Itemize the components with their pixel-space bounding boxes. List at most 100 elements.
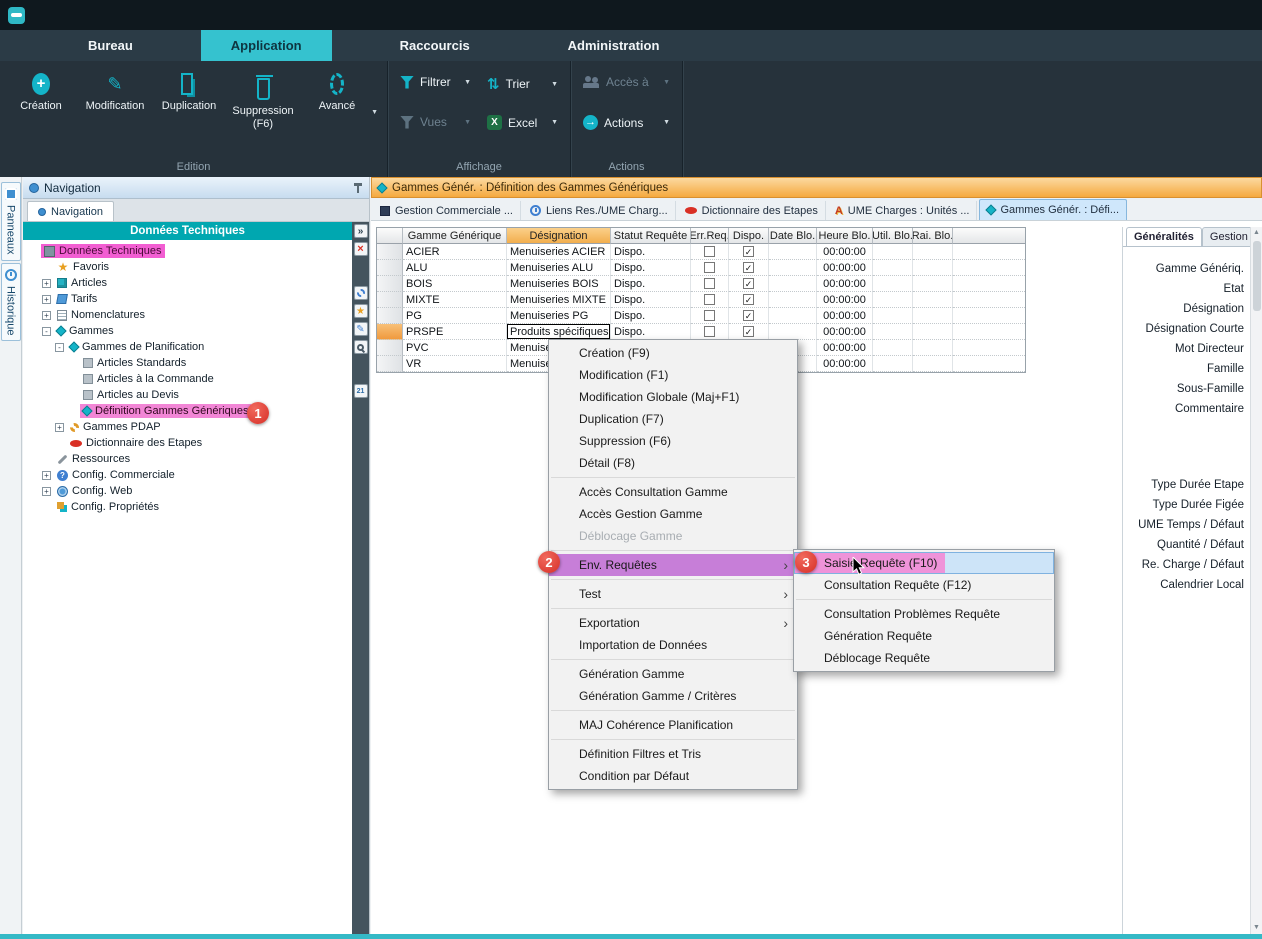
context-menu-item[interactable]: Modification Globale (Maj+F1) › — [549, 386, 797, 408]
checkbox-dispo[interactable]: ✓ — [743, 310, 754, 321]
table-row[interactable]: BOIS Menuiseries BOIS Dispo. ✓ 00:00:00 — [377, 276, 1025, 292]
scrollbar-thumb[interactable] — [1253, 241, 1261, 311]
context-menu-item[interactable]: Condition par Défaut › — [549, 765, 797, 787]
context-menu-item[interactable]: Test › — [549, 583, 797, 605]
navigation-tab[interactable]: Navigation — [27, 201, 114, 221]
ribbon-button[interactable]: Filtrer ▼ — [396, 73, 475, 91]
vertical-scrollbar[interactable]: ▲ ▼ — [1250, 227, 1262, 934]
tree-item[interactable]: - Gammes — [23, 323, 352, 339]
column-header[interactable]: Util. Blo. — [873, 228, 913, 244]
column-header[interactable]: Désignation — [507, 228, 611, 244]
context-menu-item[interactable]: Définition Filtres et Tris › — [549, 743, 797, 765]
toolbar-button[interactable] — [354, 358, 368, 380]
table-row[interactable]: PG Menuiseries PG Dispo. ✓ 00:00:00 — [377, 308, 1025, 324]
submenu-item[interactable]: Consultation Requête (F12) — [794, 574, 1054, 596]
tree-item[interactable]: + Tarifs — [23, 291, 352, 307]
table-row[interactable]: MIXTE Menuiseries MIXTE Dispo. ✓ 00:00:0… — [377, 292, 1025, 308]
column-header[interactable]: Heure Blo. — [817, 228, 873, 244]
tree-item[interactable]: Articles à la Commande — [23, 371, 352, 387]
document-tab[interactable]: Liens Res./UME Charg... — [523, 201, 676, 220]
row-selector[interactable] — [377, 244, 403, 260]
submenu-item[interactable]: Déblocage Requête — [794, 647, 1054, 669]
row-selector[interactable] — [377, 356, 403, 372]
tree-expand-toggle[interactable] — [68, 375, 77, 384]
ribbon-button[interactable]: Accès à ▼ — [579, 73, 674, 91]
document-tab[interactable]: UME Charges : Unités ... — [828, 201, 978, 220]
side-panel-tab[interactable]: Historique — [1, 263, 21, 342]
column-header[interactable]: Rai. Blo. — [913, 228, 953, 244]
tree-item[interactable]: Données Techniques — [23, 243, 352, 259]
context-menu-item[interactable]: Déblocage Gamme › — [549, 525, 797, 547]
context-menu-item[interactable]: Accès Consultation Gamme › — [549, 481, 797, 503]
column-header[interactable]: Dispo. — [729, 228, 769, 244]
toolbar-button[interactable] — [354, 242, 368, 256]
document-tab[interactable]: Gammes Génér. : Défi... — [979, 199, 1127, 220]
row-selector[interactable] — [377, 308, 403, 324]
ribbon-button[interactable]: Actions ▼ — [579, 113, 674, 132]
toolbar-button[interactable] — [354, 224, 368, 238]
cell-designation[interactable]: Menuiseries MIXTE — [507, 292, 611, 308]
side-panel-tab[interactable]: Panneaux — [1, 182, 21, 261]
tree-expand-toggle[interactable] — [42, 263, 51, 272]
context-menu-item[interactable]: Création (F9) › — [549, 342, 797, 364]
checkbox-dispo[interactable]: ✓ — [743, 278, 754, 289]
tree-expand-toggle[interactable]: + — [42, 295, 51, 304]
tree-item[interactable]: + Config. Commerciale — [23, 467, 352, 483]
tree-expand-toggle[interactable]: + — [42, 471, 51, 480]
tree-item[interactable]: - Gammes de Planification — [23, 339, 352, 355]
tree-item[interactable]: Articles au Devis — [23, 387, 352, 403]
tree-item[interactable]: + Gammes PDAP — [23, 419, 352, 435]
row-selector[interactable] — [377, 292, 403, 308]
ribbon-button[interactable]: Duplication ▼ — [154, 69, 224, 117]
tree-item[interactable]: Définition Gammes Génériques — [23, 403, 352, 419]
column-header[interactable]: Date Blo. — [769, 228, 817, 244]
scroll-down-arrow-icon[interactable]: ▼ — [1251, 922, 1262, 934]
context-menu-item[interactable]: Détail (F8) › — [549, 452, 797, 474]
table-row[interactable]: PRSPE Produits spécifiques Dispo. ✓ 00:0… — [377, 324, 1025, 340]
submenu-item[interactable]: Consultation Problèmes Requête — [794, 603, 1054, 625]
tree-item[interactable]: Ressources — [23, 451, 352, 467]
ribbon-tab[interactable]: Application — [201, 30, 332, 61]
context-menu-item[interactable]: Génération Gamme › — [549, 663, 797, 685]
toolbar-button[interactable] — [354, 322, 368, 336]
submenu-item[interactable]: Saisie Requête (F10) — [794, 552, 1054, 574]
tree-expand-toggle[interactable]: + — [55, 423, 64, 432]
checkbox-err-req[interactable] — [704, 262, 715, 273]
properties-tab[interactable]: Gestion Info — [1202, 227, 1250, 246]
tree-item[interactable]: + Articles — [23, 275, 352, 291]
tree-expand-toggle[interactable] — [68, 391, 77, 400]
cell-designation[interactable]: Menuiseries BOIS — [507, 276, 611, 292]
tree-expand-toggle[interactable] — [55, 439, 64, 448]
toolbar-button[interactable] — [354, 286, 368, 300]
tree-item[interactable]: Favoris — [23, 259, 352, 275]
properties-tab[interactable]: Généralités — [1126, 227, 1202, 246]
ribbon-button[interactable]: Trier ▼ — [483, 73, 562, 95]
context-menu-item[interactable]: Importation de Données › — [549, 634, 797, 656]
context-menu-item[interactable]: Modification (F1) › — [549, 364, 797, 386]
ribbon-button[interactable]: Création ▼ — [6, 69, 76, 117]
tree-item[interactable]: Dictionnaire des Etapes — [23, 435, 352, 451]
checkbox-err-req[interactable] — [704, 294, 715, 305]
cell-designation[interactable]: Menuiseries ALU — [507, 260, 611, 276]
checkbox-dispo[interactable]: ✓ — [743, 246, 754, 257]
row-selector[interactable] — [377, 340, 403, 356]
tree-expand-toggle[interactable] — [42, 503, 51, 512]
checkbox-err-req[interactable] — [704, 310, 715, 321]
document-tab[interactable]: Dictionnaire des Etapes — [678, 201, 826, 220]
tree-expand-toggle[interactable] — [68, 407, 77, 416]
document-tab[interactable]: Gestion Commerciale ... — [373, 201, 521, 220]
ribbon-tab[interactable]: Administration — [538, 30, 690, 61]
pin-icon[interactable] — [353, 183, 363, 193]
context-menu-item[interactable]: Accès Gestion Gamme › — [549, 503, 797, 525]
row-selector[interactable] — [377, 276, 403, 292]
toolbar-button[interactable] — [354, 340, 368, 354]
ribbon-button[interactable]: Avancé ▼ — [302, 69, 372, 117]
toolbar-button[interactable] — [354, 304, 368, 318]
tree-expand-toggle[interactable]: + — [42, 311, 51, 320]
cell-designation[interactable]: Produits spécifiques — [507, 324, 611, 340]
row-selector[interactable] — [377, 324, 403, 340]
toolbar-button[interactable] — [354, 260, 368, 282]
checkbox-dispo[interactable]: ✓ — [743, 262, 754, 273]
cell-designation[interactable]: Menuiseries PG — [507, 308, 611, 324]
tree-item[interactable]: Config. Propriétés — [23, 499, 352, 515]
